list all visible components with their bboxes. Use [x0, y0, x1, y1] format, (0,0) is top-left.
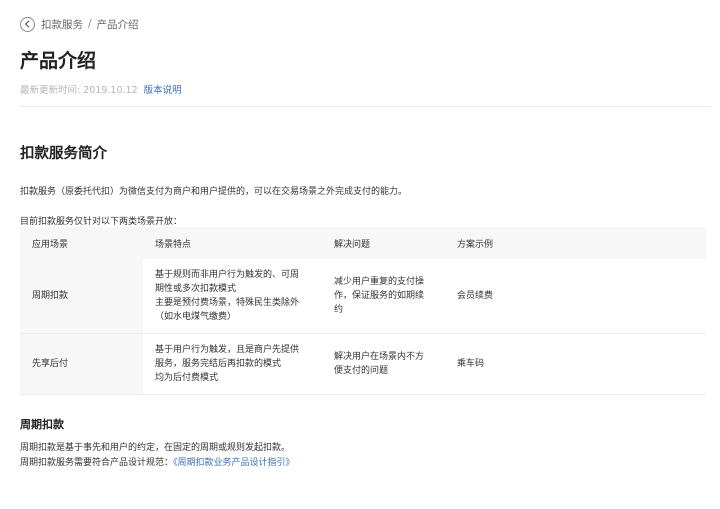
cell-features: 基于用户行为触发，且是商户先提供 服务，服务完结后再扣款的模式 均为后付费模式	[143, 333, 322, 395]
cell-scene: 周期扣款	[20, 259, 143, 334]
table-header-row: 应用场景 场景特点 解决问题 方案示例	[20, 227, 706, 259]
feature-line: 期性或多次扣款模式	[155, 284, 237, 294]
back-icon[interactable]	[20, 16, 35, 32]
periodic-description: 周期扣款是基于事先和用户的约定，在固定的周期或规则发起扣款。	[20, 443, 291, 453]
table-row: 先享后付 基于用户行为触发，且是商户先提供 服务，服务完结后再扣款的模式 均为后…	[20, 333, 706, 395]
cell-problem: 减少用户重复的支付操 作，保证服务的如期续 约	[322, 259, 445, 334]
feature-line: 均为后付费模式	[155, 373, 219, 383]
problem-line: 减少用户重复的支付操	[334, 277, 425, 287]
breadcrumb-item-service[interactable]: 扣款服务	[41, 17, 83, 32]
problem-line: 便支付的问题	[334, 366, 389, 376]
divider	[20, 106, 710, 107]
problem-line: 作，保证服务的如期续	[334, 291, 425, 301]
design-guide-link[interactable]: 《周期扣款业务产品设计指引》	[173, 458, 295, 468]
version-notes-link[interactable]: 版本说明	[144, 85, 182, 96]
header-example: 方案示例	[445, 227, 706, 259]
problem-line: 约	[334, 305, 344, 315]
feature-line: （如水电煤气缴费）	[155, 312, 237, 322]
breadcrumb: 扣款服务 / 产品介绍	[20, 14, 139, 34]
cell-problem: 解决用户在场景内不方 便支付的问题	[322, 333, 445, 395]
page-title: 产品介绍	[20, 50, 97, 72]
breadcrumb-item-current: 产品介绍	[96, 18, 139, 31]
header-features: 场景特点	[143, 227, 322, 259]
header-problem: 解决问题	[322, 227, 445, 259]
intro-text: 扣款服务（原委托代扣）为微信支付为商户和用户提供的，可以在交易场景之外完成支付的…	[20, 187, 408, 197]
feature-line: 主要是预付费场景，特殊民生类除外	[155, 298, 300, 308]
cell-features: 基于规则而非用户行为触发的、可周 期性或多次扣款模式 主要是预付费场景，特殊民生…	[143, 259, 322, 334]
update-date: 2019.10.12	[83, 85, 138, 96]
breadcrumb-separator: /	[88, 18, 92, 30]
cell-example: 会员续费	[445, 259, 706, 334]
table-intro-text: 目前扣款服务仅针对以下两类场景开放：	[20, 217, 183, 227]
feature-line: 基于规则而非用户行为触发的、可周	[155, 270, 300, 280]
feature-line: 服务，服务完结后再扣款的模式	[155, 359, 282, 369]
scenario-table: 应用场景 场景特点 解决问题 方案示例 周期扣款 基于规则而非用户行为触发的、可…	[20, 227, 706, 395]
periodic-spec-prefix: 周期扣款服务需要符合产品设计规范：	[20, 458, 174, 468]
problem-line: 解决用户在场景内不方	[334, 352, 425, 362]
periodic-spec: 周期扣款服务需要符合产品设计规范：《周期扣款业务产品设计指引》	[20, 455, 295, 468]
update-label: 最新更新时间:	[20, 85, 81, 96]
section-heading: 扣款服务简介	[20, 146, 107, 162]
table-row: 周期扣款 基于规则而非用户行为触发的、可周 期性或多次扣款模式 主要是预付费场景…	[20, 259, 706, 334]
feature-line: 基于用户行为触发，且是商户先提供	[155, 345, 300, 355]
cell-scene: 先享后付	[20, 333, 143, 395]
periodic-heading: 周期扣款	[20, 418, 64, 431]
update-info: 最新更新时间: 2019.10.12 版本说明	[20, 82, 182, 96]
cell-example: 乘车码	[445, 333, 706, 395]
header-scene: 应用场景	[20, 227, 143, 259]
